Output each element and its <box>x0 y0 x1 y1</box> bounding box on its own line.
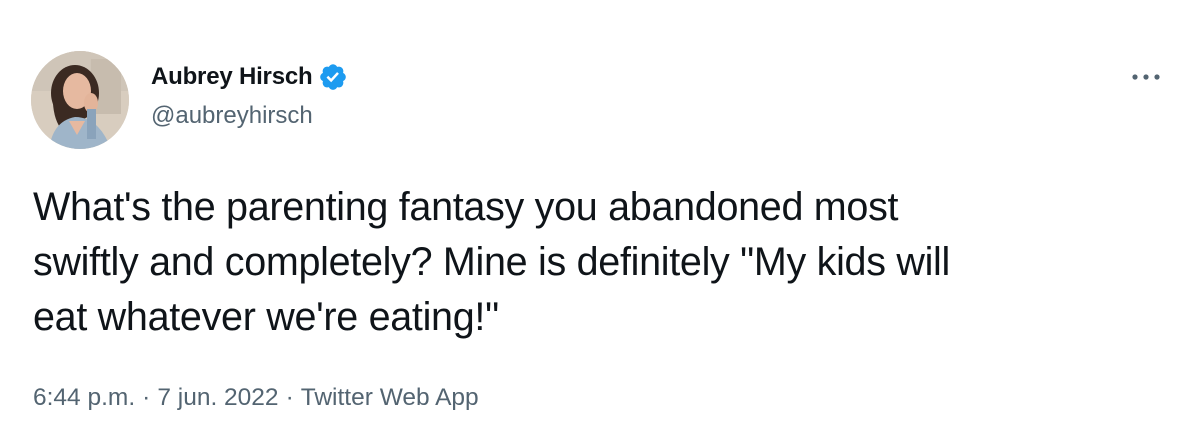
tweet-date[interactable]: 7 jun. 2022 <box>157 384 278 412</box>
meta-separator: · <box>285 384 294 411</box>
display-name[interactable]: Aubrey Hirsch <box>151 63 313 91</box>
meta-separator: · <box>142 384 151 411</box>
avatar-image <box>31 51 129 149</box>
verified-badge-icon[interactable] <box>318 62 348 92</box>
tweet-source[interactable]: Twitter Web App <box>301 384 479 412</box>
tweet-text: What's the parenting fantasy you abandon… <box>33 185 951 339</box>
avatar[interactable] <box>31 51 129 149</box>
more-horizontal-icon <box>1132 74 1160 80</box>
name-row: Aubrey Hirsch <box>151 62 348 92</box>
handle[interactable]: @aubreyhirsch <box>151 102 348 130</box>
tweet-meta: 6:44 p.m. · 7 jun. 2022 · Twitter Web Ap… <box>33 384 479 412</box>
author-info: Aubrey Hirsch @aubreyhirsch <box>151 62 348 130</box>
tweet-card: Aubrey Hirsch @aubreyhirsch What's the p… <box>0 0 1194 446</box>
tweet-time[interactable]: 6:44 p.m. <box>33 384 135 412</box>
more-options-button[interactable] <box>1128 62 1164 92</box>
